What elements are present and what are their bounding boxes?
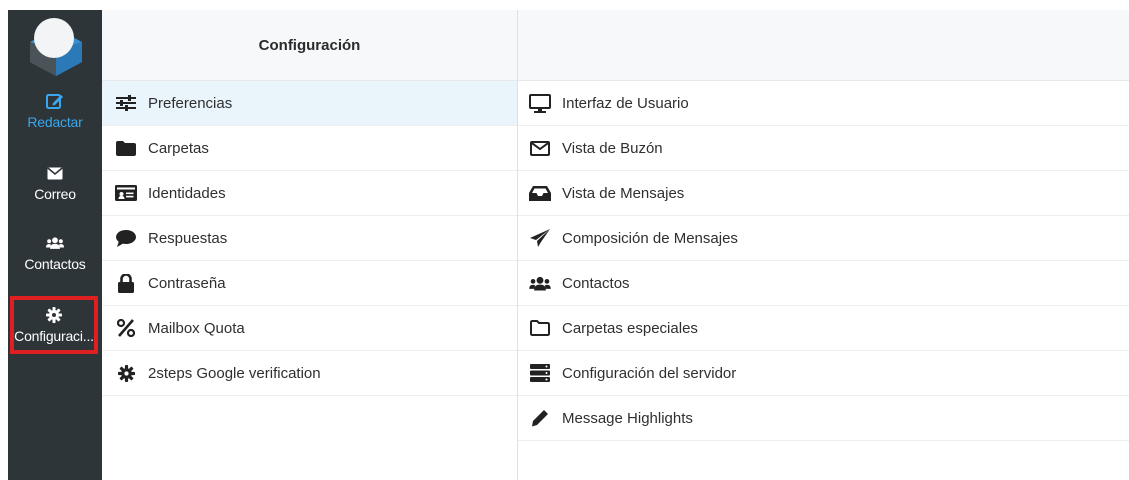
folder-icon [114,138,138,158]
envelope-icon [46,164,64,182]
pref-item-user-interface[interactable]: Interfaz de Usuario [518,81,1129,126]
sidebar-item-compose[interactable]: Redactar [8,82,102,140]
pref-item-label: Composición de Mensajes [562,229,738,247]
settings-item-folders[interactable]: Carpetas [102,126,517,171]
pref-item-mailbox-view[interactable]: Vista de Buzón [518,126,1129,171]
pref-item-label: Message Highlights [562,409,693,427]
settings-item-label: Preferencias [148,94,233,112]
lock-icon [114,273,138,293]
server-icon [528,363,552,383]
preferences-list: Interfaz de Usuario Vista de Buzón Vista… [518,10,1129,480]
pencil-icon [528,408,552,428]
speech-bubble-icon [114,228,138,248]
sidebar: Redactar Correo Contactos Configuraci... [8,10,102,480]
pref-item-message-highlights[interactable]: Message Highlights [518,396,1129,441]
users-icon [46,234,64,252]
sidebar-item-mail[interactable]: Correo [8,154,102,212]
pref-item-label: Vista de Buzón [562,139,663,157]
pref-item-contacts[interactable]: Contactos [518,261,1129,306]
sidebar-item-label: Correo [34,186,76,202]
pref-item-label: Interfaz de Usuario [562,94,689,112]
pref-item-message-composition[interactable]: Composición de Mensajes [518,216,1129,261]
settings-item-responses[interactable]: Respuestas [102,216,517,261]
sliders-icon [114,93,138,113]
pref-item-label: Contactos [562,274,630,292]
settings-item-label: 2steps Google verification [148,364,321,382]
users-icon [528,273,552,293]
envelope-outline-icon [528,138,552,158]
settings-item-label: Respuestas [148,229,228,247]
inbox-icon [528,183,552,203]
monitor-icon [528,93,552,113]
pref-item-label: Carpetas especiales [562,319,698,337]
settings-item-password[interactable]: Contraseña [102,261,517,306]
sidebar-item-label: Contactos [24,256,86,272]
settings-item-label: Carpetas [148,139,209,157]
pref-item-special-folders[interactable]: Carpetas especiales [518,306,1129,351]
sidebar-item-contacts[interactable]: Contactos [8,224,102,282]
settings-item-2steps-verification[interactable]: 2steps Google verification [102,351,517,396]
window-top-strip [0,0,1129,10]
preferences-header [518,10,1129,81]
settings-title: Configuración [102,10,517,81]
pref-item-message-view[interactable]: Vista de Mensajes [518,171,1129,216]
pref-item-label: Configuración del servidor [562,364,737,382]
sidebar-item-label: Redactar [27,114,83,130]
settings-item-label: Contraseña [148,274,226,292]
id-card-icon [114,183,138,203]
settings-item-label: Mailbox Quota [148,319,245,337]
gear-icon [45,306,63,324]
sidebar-item-settings[interactable]: Configuraci... [10,296,98,354]
compose-icon [46,92,64,110]
gear-icon [114,363,138,383]
pref-item-server-settings[interactable]: Configuración del servidor [518,351,1129,396]
settings-item-mailbox-quota[interactable]: Mailbox Quota [102,306,517,351]
sidebar-item-label: Configuraci... [14,328,94,344]
settings-item-label: Identidades [148,184,226,202]
pref-item-label: Vista de Mensajes [562,184,685,202]
logo [24,14,88,78]
settings-item-identities[interactable]: Identidades [102,171,517,216]
folder-outline-icon [528,318,552,338]
paper-plane-icon [528,228,552,248]
settings-list: Configuración Preferencias Carpetas Iden… [102,10,517,480]
percent-icon [114,318,138,338]
settings-item-preferences[interactable]: Preferencias [102,81,517,126]
